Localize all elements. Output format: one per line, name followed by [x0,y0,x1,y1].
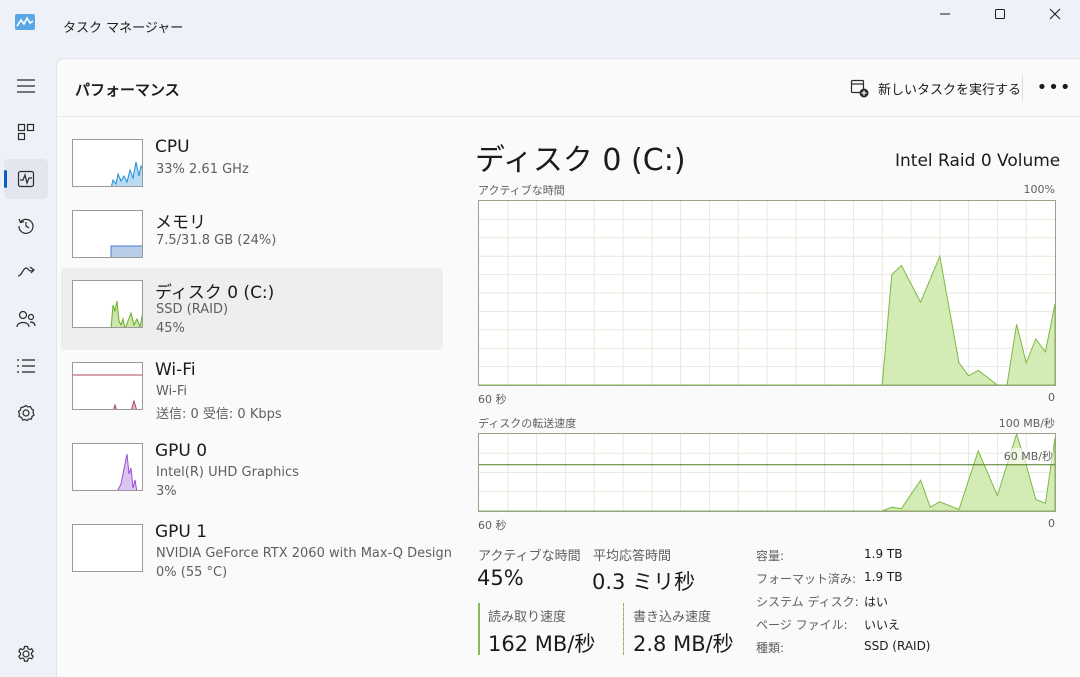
read-speed-label: 読み取り速度 [488,610,567,625]
active-time-label: アクティブな時間 [478,549,581,564]
device-type: NVIDIA GeForce RTX 2060 with Max-Q Desig… [156,546,452,561]
device-type: Wi-Fi [156,384,188,399]
transfer-rate-chart-label: ディスクの転送速度 [478,417,577,430]
device-item-cpu[interactable]: CPU 33% 2.61 GHz [61,129,443,209]
device-name: CPU [155,137,190,157]
services-icon [17,404,35,422]
device-item-wifi[interactable]: Wi-Fi Wi-Fi 送信: 0 受信: 0 Kbps [61,352,443,432]
nav-processes[interactable] [4,112,48,152]
transfer-rate-chart: 60 MB/秒 [478,433,1056,512]
prop-value-type: SSD (RAID) [864,639,931,653]
prop-value-capacity: 1.9 TB [864,547,903,561]
prop-key-capacity: 容量: [756,549,785,563]
device-item-disk-0[interactable]: ディスク 0 (C:) SSD (RAID) 45% [61,268,443,350]
nav-services[interactable] [4,393,48,433]
cpu-thumbnail [72,139,143,187]
device-type: Intel(R) UHD Graphics [156,465,299,480]
disk-thumbnail [72,280,143,328]
close-button[interactable] [1032,4,1078,24]
history-icon [18,218,34,234]
prop-value-system-disk: はい [864,595,889,609]
device-type: SSD (RAID) [156,302,229,317]
nav-settings[interactable] [4,634,48,674]
avg-response-value: 0.3 ミリ秒 [592,570,696,594]
active-time-value: 45% [477,566,524,590]
transfer-rate-axis-left: 60 秒 [478,519,507,532]
prop-key-system-disk: システム ディスク: [756,595,859,609]
disk-model: Intel Raid 0 Volume [895,151,1061,171]
device-stat: 33% 2.61 GHz [156,162,249,177]
minimize-icon [940,13,950,15]
nav-performance[interactable] [4,159,48,199]
active-time-axis-left: 60 秒 [478,393,507,406]
active-nav-indicator [4,170,7,188]
transfer-rate-chart-max: 100 MB/秒 [998,417,1055,430]
more-options-button[interactable]: ••• [1037,73,1071,101]
page-title: パフォーマンス [75,81,180,99]
active-time-chart-max: 100% [1023,183,1055,196]
gridlines [479,201,1055,385]
hamburger-icon [17,79,35,93]
close-icon [1049,8,1061,20]
transfer-rate-axis-right: 0 [1048,517,1055,530]
page-header: パフォーマンス 新しいタスクを実行する ••• [57,59,1080,117]
title-bar: タスク マネージャー [0,0,1080,56]
task-manager-app-icon [15,14,35,30]
gpu0-thumbnail [72,443,143,491]
run-task-label: 新しいタスクを実行する [878,82,1022,98]
device-stat: 45% [156,321,185,336]
run-task-icon [850,79,869,97]
gpu1-thumbnail [72,524,143,572]
device-item-gpu-0[interactable]: GPU 0 Intel(R) UHD Graphics 3% [61,433,443,513]
header-divider [1022,75,1023,101]
run-new-task-button[interactable]: 新しいタスクを実行する [850,75,1021,101]
prop-key-page-file: ページ ファイル: [756,618,848,632]
prop-key-formatted: フォーマット済み: [756,572,857,586]
prop-value-page-file: いいえ [864,618,901,632]
nav-startup-apps[interactable] [4,252,48,292]
active-time-axis-right: 0 [1048,391,1055,404]
read-speed-accent [478,603,480,655]
maximize-button[interactable] [977,4,1023,24]
prop-key-type: 種類: [756,641,785,655]
processes-icon [17,123,35,141]
active-time-chart [478,200,1056,386]
device-stat: 送信: 0 受信: 0 Kbps [156,407,282,422]
write-speed-label: 書き込み速度 [633,610,712,625]
write-speed-accent [623,603,624,655]
window-title: タスク マネージャー [63,21,184,36]
menu-toggle-button[interactable] [4,66,48,106]
avg-response-label: 平均応答時間 [593,549,672,564]
device-item-gpu-1[interactable]: GPU 1 NVIDIA GeForce RTX 2060 with Max-Q… [61,514,452,594]
details-icon [17,359,35,373]
wifi-thumbnail [72,362,143,410]
device-stat: 7.5/31.8 GB (24%) [156,233,277,248]
startup-icon [17,266,35,277]
maximize-icon [995,9,1005,19]
detail-title: ディスク 0 (C:) [475,143,686,178]
device-stat: 3% [156,484,177,499]
device-name: GPU 0 [155,441,208,461]
nav-app-history[interactable] [4,206,48,246]
device-name: メモリ [155,213,206,233]
main-panel: パフォーマンス 新しいタスクを実行する ••• CPU 33% 2.61 GHz [56,58,1080,677]
device-stat: 0% (55 °C) [156,565,228,580]
memory-thumbnail [72,210,143,258]
nav-users[interactable] [4,299,48,339]
nav-details[interactable] [4,346,48,386]
active-time-chart-label: アクティブな時間 [478,184,565,197]
device-name: GPU 1 [155,522,208,542]
gear-icon [18,645,34,662]
performance-icon [17,170,35,188]
write-speed-value: 2.8 MB/秒 [633,632,734,656]
device-name: ディスク 0 (C:) [155,283,275,303]
transfer-rate-ref-label: 60 MB/秒 [1003,448,1053,464]
device-name: Wi-Fi [155,360,196,380]
read-speed-value: 162 MB/秒 [488,632,596,656]
minimize-button[interactable] [922,4,968,24]
prop-value-formatted: 1.9 TB [864,570,903,584]
users-icon [16,310,36,328]
